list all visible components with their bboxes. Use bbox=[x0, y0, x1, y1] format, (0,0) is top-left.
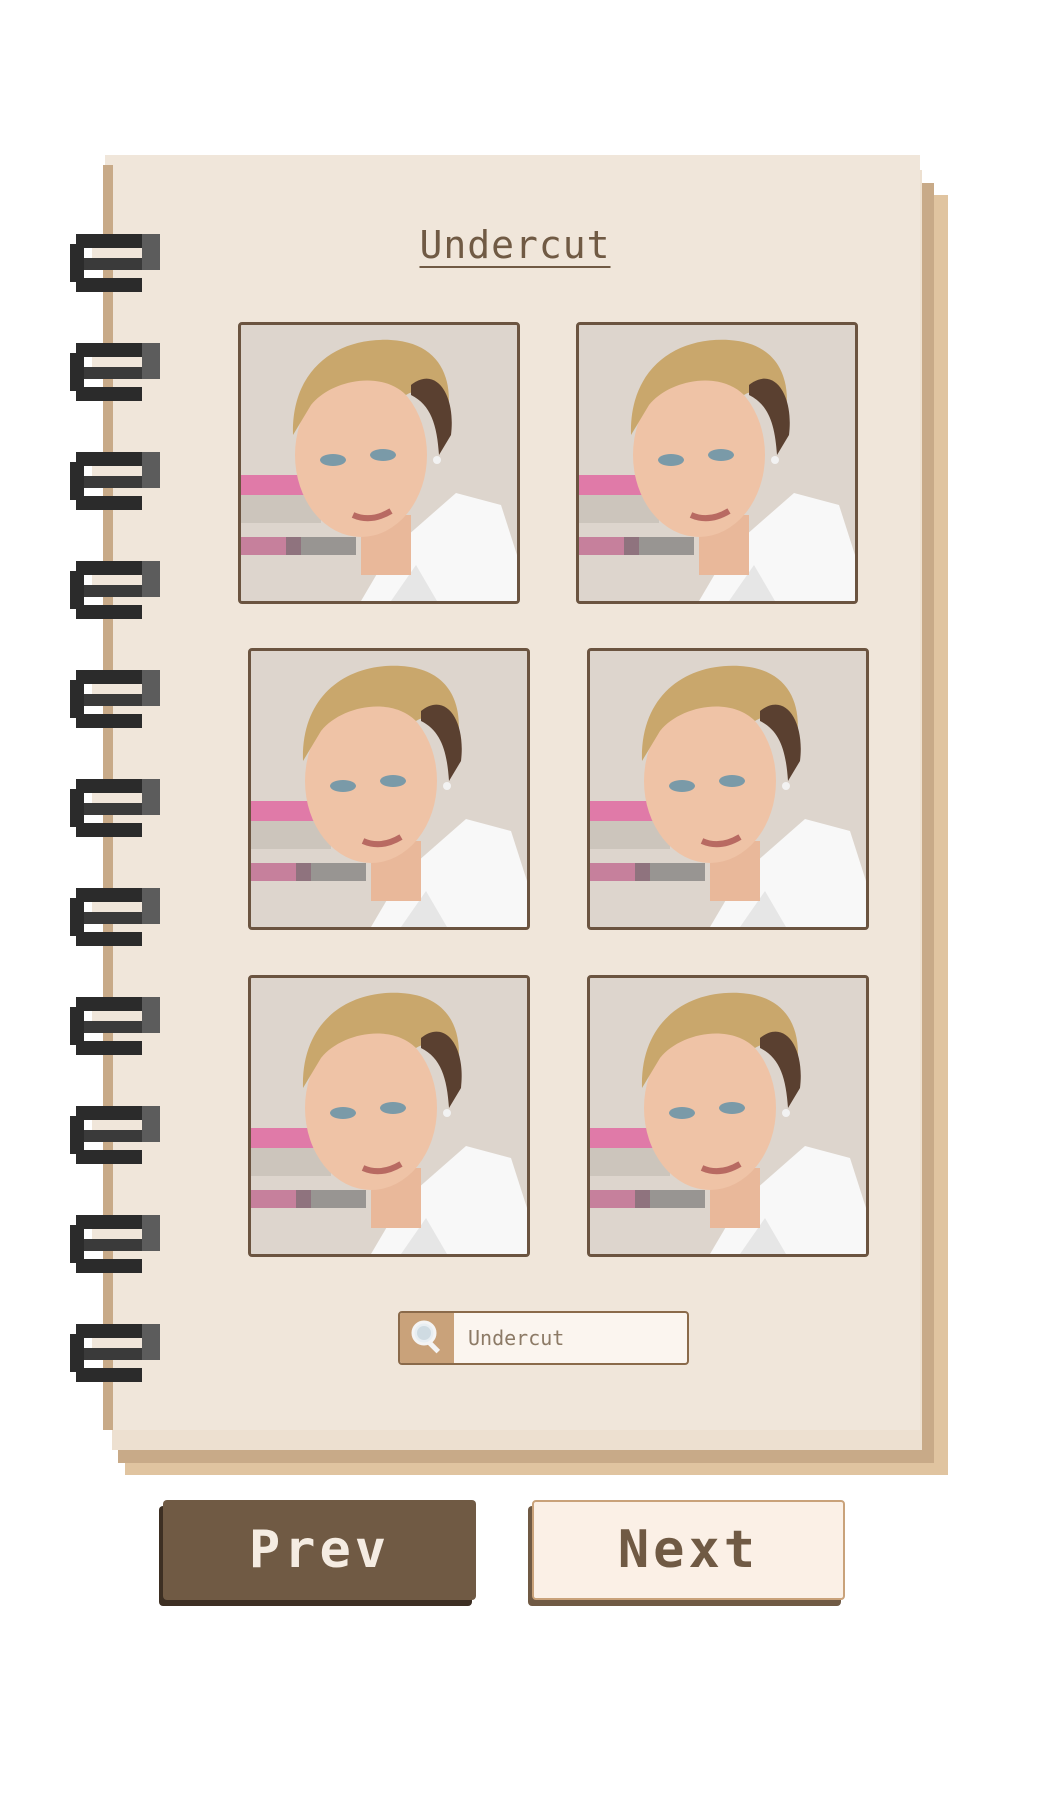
prev-button-label[interactable]: Prev bbox=[163, 1500, 476, 1600]
spiral-ring bbox=[70, 341, 162, 403]
spiral-ring bbox=[70, 1213, 162, 1275]
search-field[interactable]: Undercut bbox=[398, 1311, 689, 1365]
notebook: Undercut Undercut bbox=[0, 0, 1040, 1500]
portrait-image bbox=[590, 978, 866, 1254]
spiral-ring bbox=[70, 1104, 162, 1166]
portrait-image bbox=[241, 325, 517, 601]
magnifier-icon[interactable] bbox=[400, 1313, 454, 1363]
portrait-image bbox=[251, 651, 527, 927]
prev-button[interactable]: Prev bbox=[159, 1500, 476, 1606]
search-input[interactable]: Undercut bbox=[468, 1313, 564, 1363]
spiral-ring bbox=[70, 668, 162, 730]
gallery-photo[interactable] bbox=[248, 975, 530, 1257]
spiral-ring bbox=[70, 886, 162, 948]
gallery-photo[interactable] bbox=[576, 322, 858, 604]
next-button-label[interactable]: Next bbox=[532, 1500, 845, 1600]
spiral-ring bbox=[70, 1322, 162, 1384]
spiral-ring bbox=[70, 995, 162, 1057]
portrait-image bbox=[251, 978, 527, 1254]
spiral-ring bbox=[70, 777, 162, 839]
gallery-photo[interactable] bbox=[248, 648, 530, 930]
gallery-photo[interactable] bbox=[587, 975, 869, 1257]
gallery-photo[interactable] bbox=[587, 648, 869, 930]
gallery-photo[interactable] bbox=[238, 322, 520, 604]
spiral-ring bbox=[70, 559, 162, 621]
spiral-ring bbox=[70, 450, 162, 512]
next-button[interactable]: Next bbox=[528, 1500, 845, 1606]
portrait-image bbox=[579, 325, 855, 601]
page-title-text: Undercut bbox=[419, 223, 611, 267]
page-title: Undercut bbox=[0, 223, 1030, 267]
portrait-image bbox=[590, 651, 866, 927]
